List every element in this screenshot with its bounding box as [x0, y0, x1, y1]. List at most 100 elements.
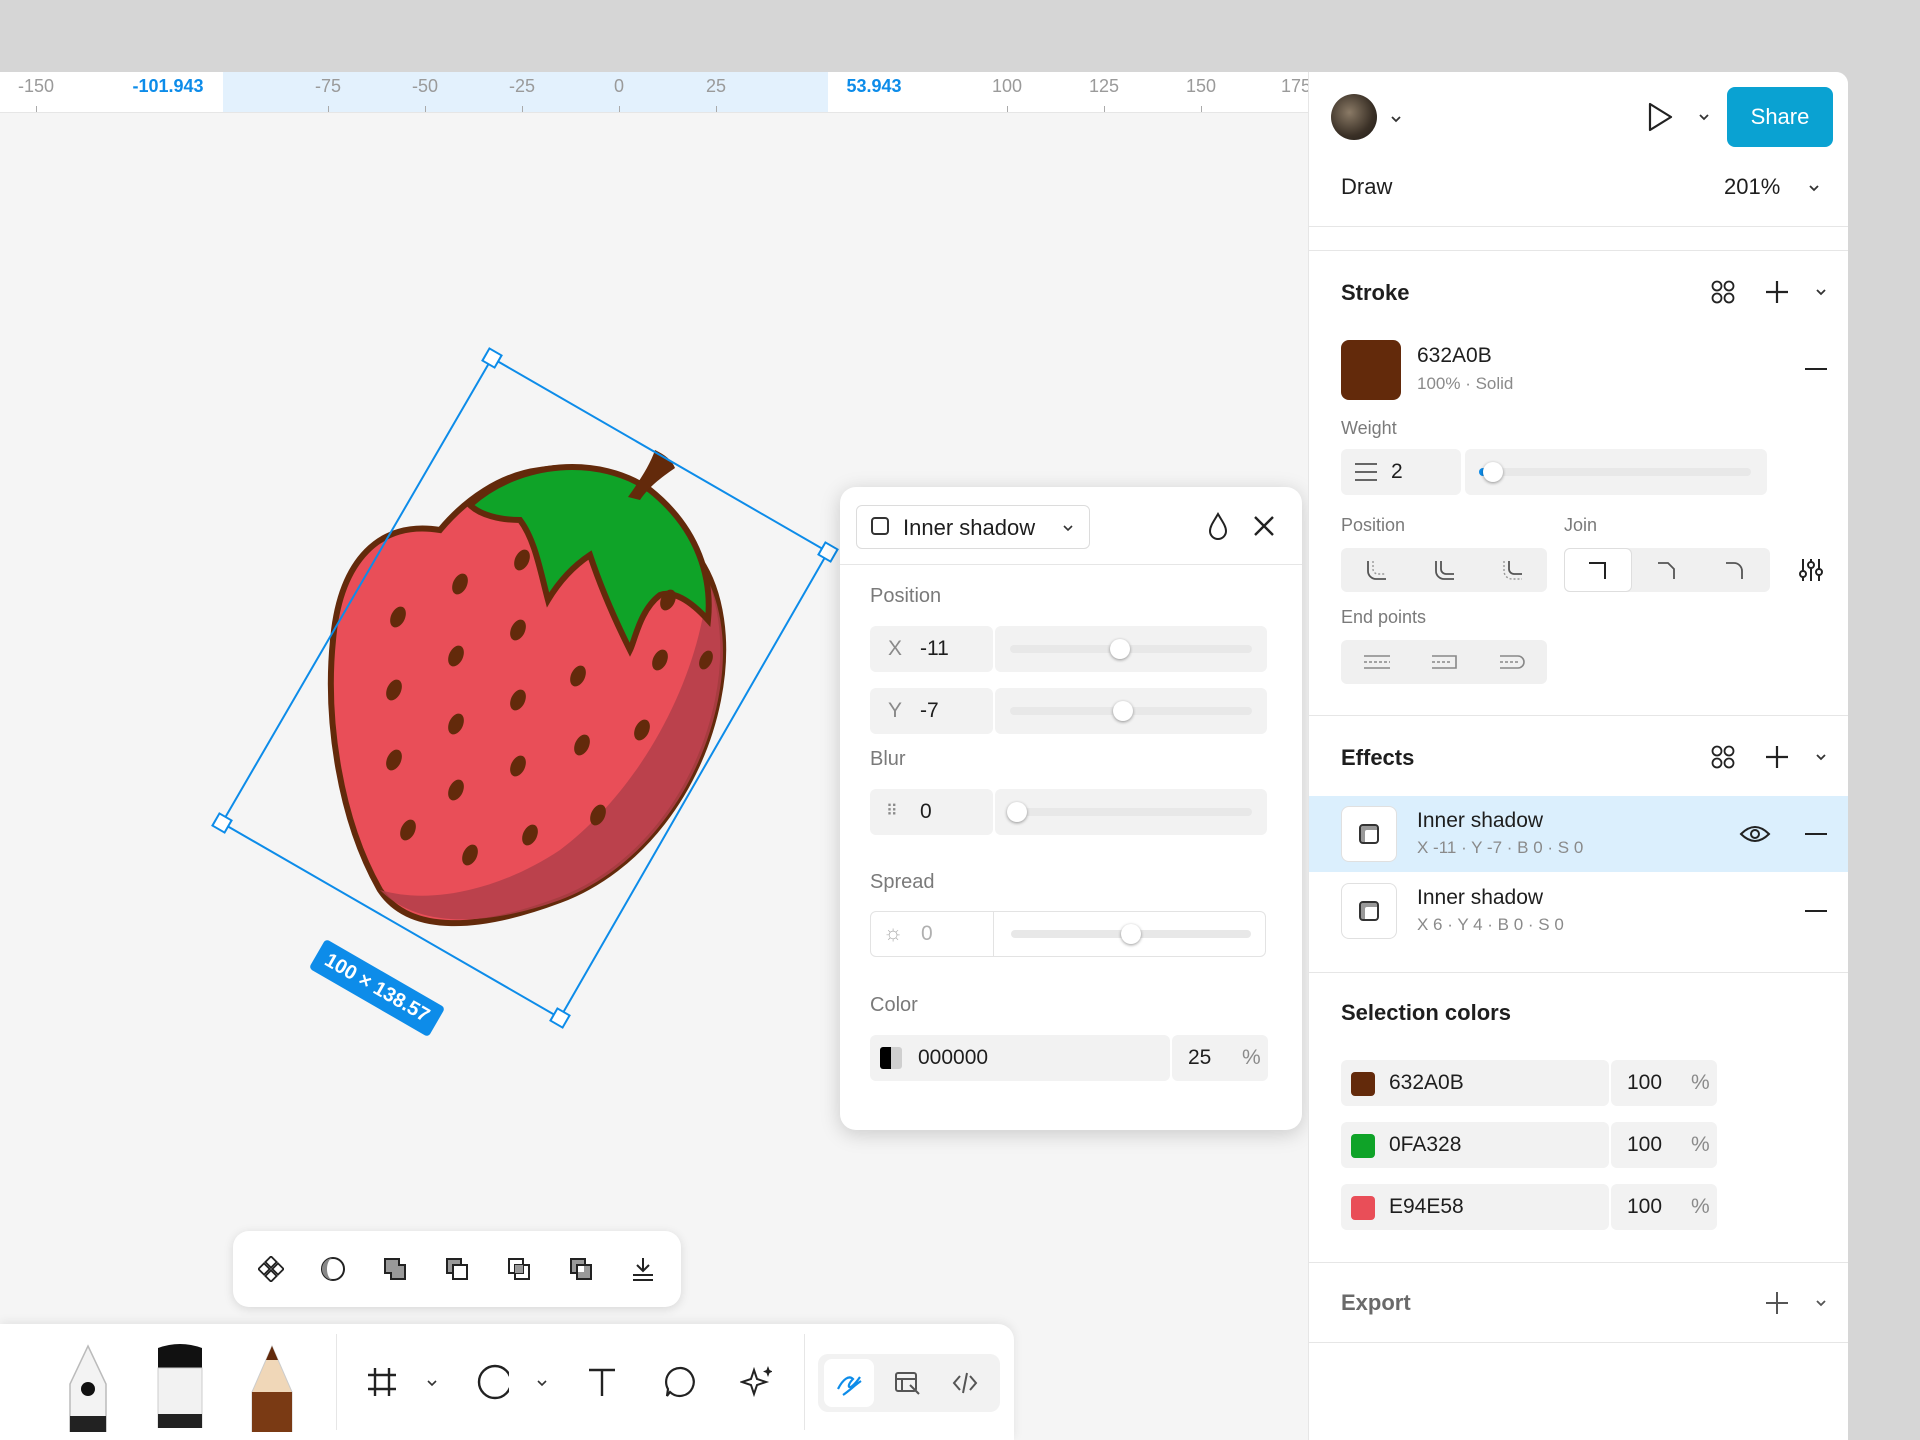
stroke-color-swatch[interactable]: [1341, 340, 1401, 400]
stroke-inside-icon[interactable]: [1345, 548, 1409, 592]
ruler-tick: 125: [1088, 76, 1120, 96]
weight-value: 2: [1391, 460, 1403, 483]
weight-slider[interactable]: [1465, 449, 1767, 495]
zoom-chevron-icon[interactable]: [1807, 181, 1821, 195]
shape-tool-chevron-icon[interactable]: [535, 1376, 549, 1390]
color-swatch[interactable]: [1351, 1134, 1375, 1158]
x-slider[interactable]: [995, 626, 1267, 672]
dev-mode-button[interactable]: [940, 1359, 990, 1407]
ruler-tick: 150: [1185, 76, 1217, 96]
y-offset-field[interactable]: Y -7: [870, 688, 993, 734]
mode-label: Draw: [1341, 174, 1393, 199]
selection-color-opacity[interactable]: 100 %: [1611, 1122, 1717, 1168]
intersect-icon[interactable]: [503, 1253, 535, 1285]
stroke-center-icon[interactable]: [1413, 548, 1477, 592]
stroke-chevron-icon[interactable]: [1814, 285, 1828, 299]
stroke-color-hex[interactable]: 632A0B: [1417, 344, 1492, 368]
color-swatch[interactable]: [1351, 1196, 1375, 1220]
zoom-level[interactable]: 201%: [1724, 174, 1780, 200]
eye-icon[interactable]: [1739, 822, 1771, 846]
component-icon[interactable]: [255, 1253, 287, 1285]
weight-slider-knob[interactable]: [1483, 462, 1503, 482]
effect-type-icon[interactable]: [1341, 883, 1397, 939]
mode-switcher: [818, 1354, 1000, 1412]
join-bevel-icon[interactable]: [1634, 548, 1700, 592]
exclude-icon[interactable]: [565, 1253, 597, 1285]
drop-icon[interactable]: [1205, 511, 1231, 541]
spread-slider-knob: [1121, 924, 1141, 944]
ellipse-tool-icon[interactable]: [477, 1364, 509, 1400]
frame-tool-icon[interactable]: [366, 1366, 398, 1398]
selection-color-row[interactable]: 0FA328: [1341, 1122, 1609, 1168]
blur-field[interactable]: ⠿ 0: [870, 789, 993, 835]
share-button[interactable]: Share: [1727, 87, 1833, 147]
join-control: [1564, 548, 1770, 592]
brush-tool-icon[interactable]: [150, 1340, 210, 1428]
y-slider[interactable]: [995, 688, 1267, 734]
play-icon[interactable]: [1645, 101, 1675, 133]
effects-chevron-icon[interactable]: [1814, 750, 1828, 764]
draw-mode-icon: [837, 1376, 862, 1396]
styles-grid-icon[interactable]: [1707, 276, 1739, 308]
blur-slider[interactable]: [995, 789, 1267, 835]
blur-label: Blur: [870, 748, 906, 770]
advanced-stroke-icon[interactable]: [1795, 554, 1827, 586]
spread-control: ☼ 0: [870, 911, 1266, 957]
remove-effect-icon[interactable]: [1805, 833, 1827, 835]
cap-round-icon[interactable]: [1481, 640, 1545, 684]
cap-square-icon[interactable]: [1413, 640, 1477, 684]
effect-type-dropdown[interactable]: Inner shadow: [856, 505, 1090, 549]
x-offset-field[interactable]: X -11: [870, 626, 993, 672]
inner-shadow-icon: [871, 517, 889, 535]
subtract-icon[interactable]: [441, 1253, 473, 1285]
pencil-tool-icon[interactable]: [242, 1344, 302, 1432]
color-swatch[interactable]: [880, 1047, 902, 1069]
stroke-color-meta: 100% · Solid: [1417, 374, 1514, 393]
selection-color-opacity[interactable]: 100 %: [1611, 1060, 1717, 1106]
design-mode-button[interactable]: [882, 1359, 932, 1407]
comment-tool-icon[interactable]: [664, 1366, 696, 1398]
add-stroke-icon[interactable]: [1761, 276, 1793, 308]
y-label: Y: [888, 699, 903, 722]
mask-icon[interactable]: [317, 1253, 349, 1285]
selection-color-row[interactable]: E94E58: [1341, 1184, 1609, 1230]
color-hex-value: 000000: [918, 1046, 989, 1069]
play-chevron-icon[interactable]: [1697, 110, 1711, 124]
join-miter-icon[interactable]: [1564, 548, 1632, 592]
y-slider-knob[interactable]: [1113, 701, 1133, 721]
color-opacity-field[interactable]: 25 %: [1172, 1035, 1268, 1081]
color-swatch[interactable]: [1351, 1072, 1375, 1096]
export-chevron-icon[interactable]: [1814, 1296, 1828, 1310]
weight-field[interactable]: 2: [1341, 449, 1461, 495]
cap-none-icon[interactable]: [1345, 640, 1409, 684]
selection-color-row[interactable]: 632A0B: [1341, 1060, 1609, 1106]
x-slider-knob[interactable]: [1110, 639, 1130, 659]
remove-effect-icon[interactable]: [1805, 910, 1827, 912]
effect-styles-grid-icon[interactable]: [1707, 741, 1739, 773]
draw-mode-button[interactable]: [824, 1359, 874, 1407]
frame-tool-chevron-icon[interactable]: [425, 1376, 439, 1390]
blur-slider-knob[interactable]: [1007, 802, 1027, 822]
effect-type-icon[interactable]: [1341, 806, 1397, 862]
close-icon[interactable]: [1251, 513, 1277, 539]
x-value: -11: [920, 637, 949, 660]
ai-sparkle-icon[interactable]: [740, 1366, 772, 1398]
ruler-tick-selection-start: -101.943: [132, 76, 204, 96]
text-tool-icon[interactable]: [586, 1366, 618, 1398]
effect-name: Inner shadow: [1417, 809, 1544, 832]
blur-grid-icon: ⠿: [886, 803, 899, 820]
union-icon[interactable]: [379, 1253, 411, 1285]
stroke-position-label: Position: [1341, 515, 1406, 535]
selection-color-opacity[interactable]: 100 %: [1611, 1184, 1717, 1230]
avatar-chevron-icon[interactable]: [1389, 112, 1403, 126]
pen-tool-icon[interactable]: [58, 1344, 118, 1432]
stroke-outside-icon[interactable]: [1481, 548, 1545, 592]
stroke-position-control: [1341, 548, 1547, 592]
color-hex-field[interactable]: 000000: [870, 1035, 1170, 1081]
flatten-icon[interactable]: [627, 1253, 659, 1285]
add-effect-icon[interactable]: [1761, 741, 1793, 773]
avatar[interactable]: [1331, 94, 1377, 140]
join-round-icon[interactable]: [1702, 548, 1768, 592]
remove-stroke-icon[interactable]: [1805, 368, 1827, 370]
add-export-icon[interactable]: [1761, 1287, 1793, 1319]
